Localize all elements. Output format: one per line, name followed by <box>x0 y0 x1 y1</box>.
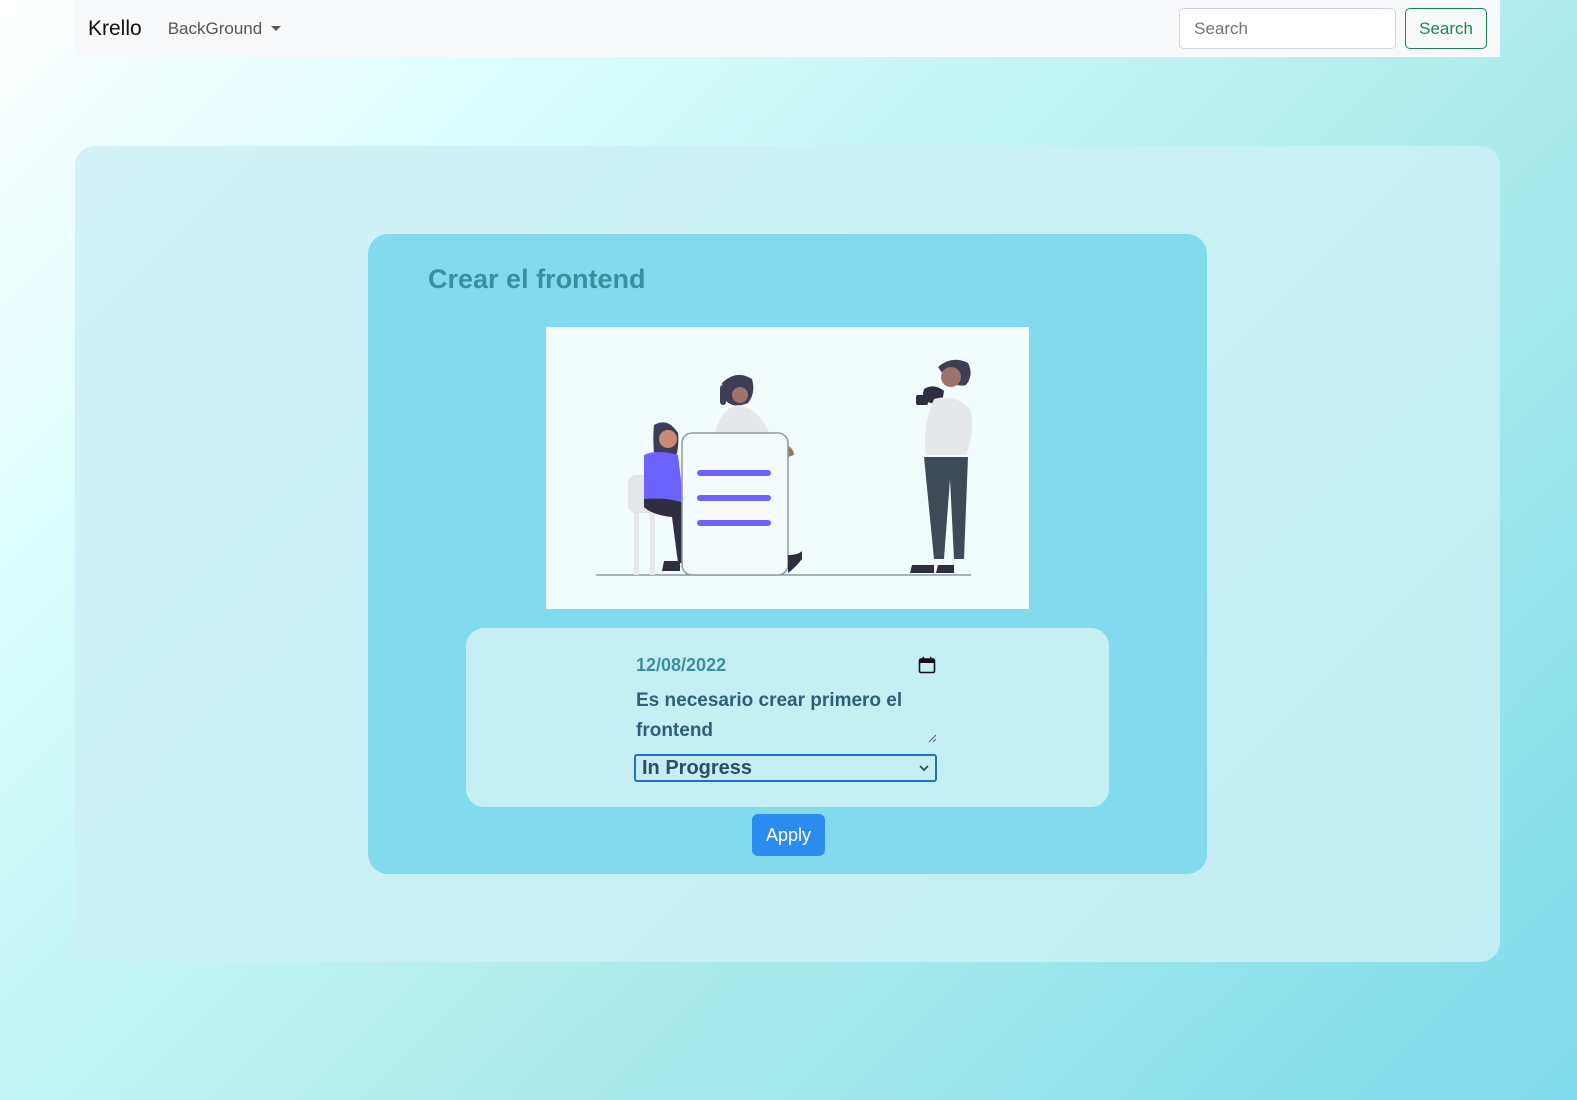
description-textarea[interactable]: Es necesario crear primero el frontend <box>636 686 936 746</box>
resize-grip-icon[interactable] <box>927 733 937 743</box>
apply-button[interactable]: Apply <box>752 814 825 856</box>
task-title: Crear el frontend <box>428 264 646 294</box>
chevron-down-icon <box>919 764 929 771</box>
status-selected-value: In Progress <box>642 756 753 779</box>
status-select[interactable]: In Progress <box>634 754 937 782</box>
search-input[interactable] <box>1179 8 1397 49</box>
brand-logo[interactable]: Krello <box>88 17 142 41</box>
navbar: Krello BackGround Search <box>75 0 1500 57</box>
task-illustration <box>546 327 1029 609</box>
chevron-down-icon <box>271 26 282 31</box>
date-value: 12/08/2022 <box>636 654 727 675</box>
background-dropdown[interactable]: BackGround <box>168 19 282 39</box>
task-card: Crear el frontend 12/08/2022 Es necesari… <box>368 234 1207 874</box>
date-input[interactable]: 12/08/2022 <box>636 650 936 680</box>
calendar-icon[interactable] <box>918 656 936 674</box>
background-dropdown-label: BackGround <box>167 18 263 38</box>
search-button[interactable]: Search <box>1405 8 1487 49</box>
team-illustration-image <box>596 359 973 576</box>
task-details-panel: 12/08/2022 Es necesario crear primero el… <box>466 628 1109 807</box>
search-form: Search <box>1179 8 1487 49</box>
